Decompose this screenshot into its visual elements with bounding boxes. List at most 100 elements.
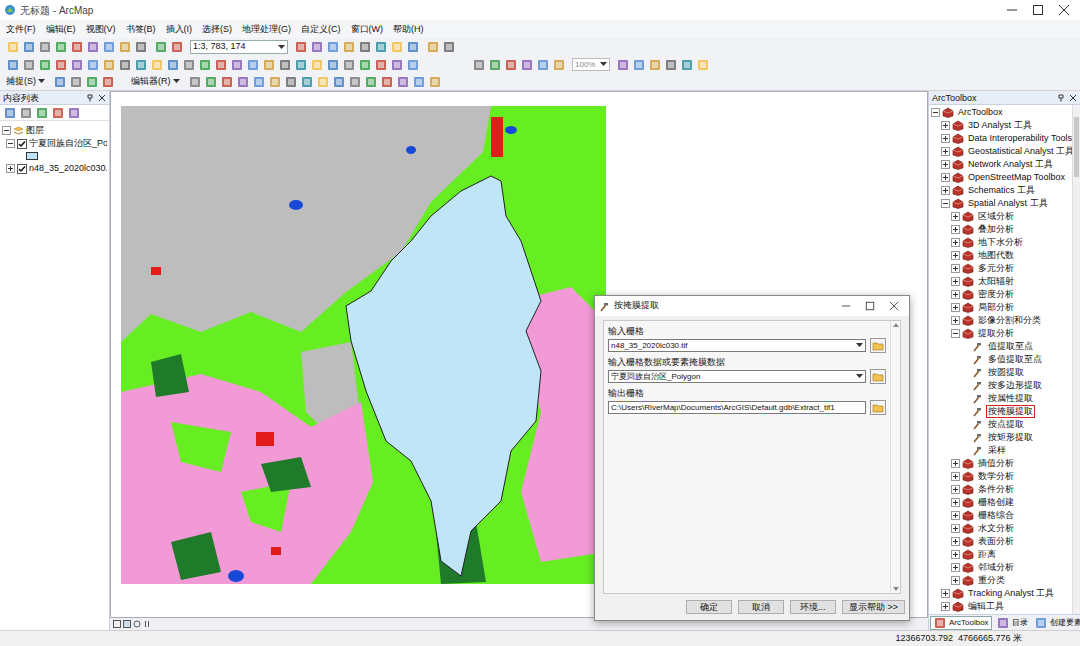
collapse-icon[interactable]: [951, 329, 960, 338]
toolbox-item[interactable]: Tracking Analyst 工具: [929, 587, 1072, 600]
toolbox-item[interactable]: 3D Analyst 工具: [929, 119, 1072, 132]
toolbox-item[interactable]: Data Interoperability Tools: [929, 132, 1072, 145]
expand-icon[interactable]: [951, 563, 960, 572]
browse-folder-icon[interactable]: [870, 338, 886, 353]
tool-icon[interactable]: [632, 58, 646, 72]
minimize-icon[interactable]: [841, 301, 851, 311]
tool-icon[interactable]: [406, 40, 420, 54]
tool-icon[interactable]: [38, 58, 52, 72]
tool-icon[interactable]: [170, 40, 184, 54]
scale-field[interactable]: 1:3, 783, 174: [190, 40, 288, 54]
expand-icon[interactable]: [941, 173, 950, 182]
toolbox-item[interactable]: 太阳辐射: [929, 275, 1072, 288]
toolbox-item[interactable]: 局部分析: [929, 301, 1072, 314]
tool-icon[interactable]: [85, 75, 99, 89]
browse-folder-icon[interactable]: [870, 400, 886, 415]
layer-item[interactable]: n48_35_2020lc030.tif: [2, 162, 107, 175]
tool-icon[interactable]: [310, 58, 324, 72]
expand-icon[interactable]: [941, 602, 950, 611]
tool-icon[interactable]: [428, 75, 442, 89]
tool-icon[interactable]: [70, 58, 84, 72]
expand-icon[interactable]: [951, 485, 960, 494]
expand-icon[interactable]: [951, 498, 960, 507]
close-icon[interactable]: [98, 94, 106, 102]
toolbox-item[interactable]: 表面分析: [929, 535, 1072, 548]
toolbox-item[interactable]: 地图代数: [929, 249, 1072, 262]
tool-icon[interactable]: [316, 75, 330, 89]
zoom-field[interactable]: 100%: [572, 58, 610, 71]
tool-icon[interactable]: [204, 75, 218, 89]
toolbox-item[interactable]: Spatial Analyst 工具: [929, 197, 1072, 210]
expand-icon[interactable]: [951, 238, 960, 247]
expand-icon[interactable]: [941, 160, 950, 169]
tool-icon[interactable]: [102, 58, 116, 72]
close-icon[interactable]: [1058, 4, 1070, 16]
tool-icon[interactable]: [520, 58, 534, 72]
layer-checkbox[interactable]: [17, 139, 27, 149]
tool-icon[interactable]: [390, 58, 404, 72]
menu-item[interactable]: 选择(S): [202, 20, 232, 38]
tool-icon[interactable]: [54, 58, 68, 72]
layer-symbol[interactable]: [26, 152, 38, 160]
expand-icon[interactable]: [941, 186, 950, 195]
expand-icon[interactable]: [941, 147, 950, 156]
toolbox-item[interactable]: 采样: [929, 444, 1072, 457]
tool-icon[interactable]: [300, 75, 314, 89]
tool-icon[interactable]: [6, 58, 20, 72]
tool-icon[interactable]: [396, 75, 410, 89]
expand-icon[interactable]: [941, 134, 950, 143]
toolbox-item[interactable]: 区域分析: [929, 210, 1072, 223]
refresh-icon[interactable]: [133, 620, 141, 628]
tool-icon[interactable]: [358, 58, 372, 72]
tool-icon[interactable]: [22, 40, 36, 54]
toolbox-item[interactable]: 多值提取至点: [929, 353, 1072, 366]
toolbox-item[interactable]: 值提取至点: [929, 340, 1072, 353]
tool-icon[interactable]: [348, 75, 362, 89]
toolbox-item[interactable]: 数学分析: [929, 470, 1072, 483]
tab-icon[interactable]: [933, 616, 947, 630]
tool-icon[interactable]: [118, 58, 132, 72]
dialog-scrollbar[interactable]: [890, 321, 900, 593]
expand-icon[interactable]: [951, 225, 960, 234]
minimize-icon[interactable]: [1006, 4, 1018, 16]
tool-icon[interactable]: [220, 75, 234, 89]
toolbox-item[interactable]: 按多边形提取: [929, 379, 1072, 392]
tool-icon[interactable]: [154, 40, 168, 54]
tool-icon[interactable]: [294, 58, 308, 72]
toolbox-item[interactable]: OpenStreetMap Toolbox: [929, 171, 1072, 184]
tool-icon[interactable]: [504, 58, 518, 72]
expand-icon[interactable]: [941, 121, 950, 130]
menu-item[interactable]: 插入(I): [166, 20, 193, 38]
toolbox-item[interactable]: Network Analyst 工具: [929, 158, 1072, 171]
toolbox-item[interactable]: 按点提取: [929, 418, 1072, 431]
toolbox-item[interactable]: ArcToolbox: [929, 106, 1072, 119]
panel-tab[interactable]: 目录: [994, 616, 1030, 630]
menu-item[interactable]: 帮助(H): [393, 20, 424, 38]
toolbox-item[interactable]: 地下水分析: [929, 236, 1072, 249]
tool-icon[interactable]: [53, 75, 67, 89]
field-select[interactable]: n48_35_2020lc030.tif: [608, 339, 866, 352]
tool-icon[interactable]: [616, 58, 630, 72]
tool-icon[interactable]: [214, 58, 228, 72]
tool-icon[interactable]: [102, 40, 116, 54]
pin-icon[interactable]: [1057, 94, 1065, 102]
expand-icon[interactable]: [951, 212, 960, 221]
toolbox-item[interactable]: 提取分析: [929, 327, 1072, 340]
tool-icon[interactable]: [390, 40, 404, 54]
tool-icon[interactable]: [680, 58, 694, 72]
expand-icon[interactable]: [951, 459, 960, 468]
layer-item[interactable]: 宁夏回族自治区_Polyg: [2, 137, 107, 150]
tool-icon[interactable]: [426, 40, 440, 54]
toolbox-item[interactable]: 插值分析: [929, 457, 1072, 470]
tool-icon[interactable]: [358, 40, 372, 54]
dialog-button[interactable]: 确定: [686, 600, 732, 614]
collapse-icon[interactable]: [6, 139, 15, 148]
scroll-up-icon[interactable]: [893, 323, 899, 327]
tool-icon[interactable]: [488, 58, 502, 72]
toolbox-item[interactable]: 影像分割和分类: [929, 314, 1072, 327]
tool-icon[interactable]: [188, 75, 202, 89]
tool-icon[interactable]: [332, 75, 346, 89]
tool-icon[interactable]: [236, 75, 250, 89]
field-input[interactable]: C:\Users\RiverMap\Documents\ArcGIS\Defau…: [608, 401, 866, 414]
toolbox-item[interactable]: 叠加分析: [929, 223, 1072, 236]
